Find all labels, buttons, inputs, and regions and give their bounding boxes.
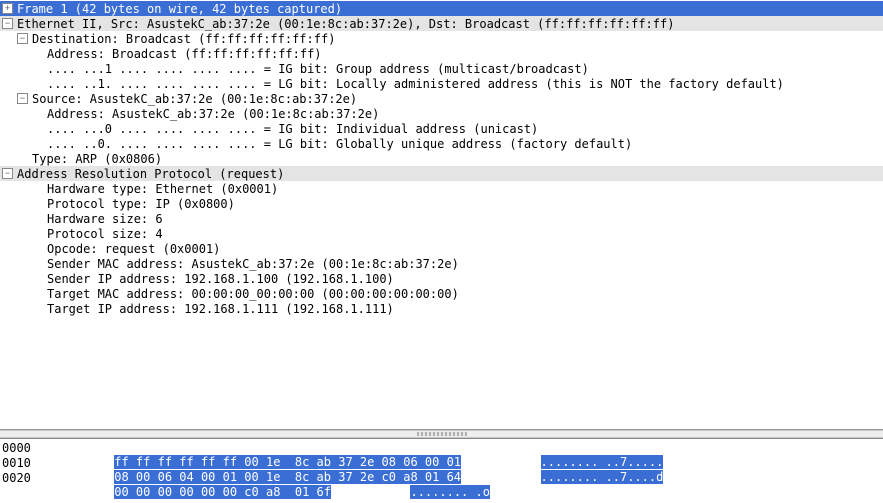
expander-minus-icon[interactable]: − <box>17 33 28 44</box>
tree-label: Hardware type: Ethernet (0x0001) <box>47 182 278 196</box>
expander-minus-icon[interactable]: − <box>17 93 28 104</box>
tree-label: Frame 1 (42 bytes on wire, 42 bytes capt… <box>17 2 342 16</box>
tree-row-arp-protosize[interactable]: − Protocol size: 4 <box>0 226 883 241</box>
tree-row-arp-opcode[interactable]: − Opcode: request (0x0001) <box>0 241 883 256</box>
tree-label: Ethernet II, Src: AsustekC_ab:37:2e (00:… <box>17 17 674 31</box>
tree-label: Sender MAC address: AsustekC_ab:37:2e (0… <box>47 257 459 271</box>
tree-row-frame[interactable]: + Frame 1 (42 bytes on wire, 42 bytes ca… <box>0 1 883 16</box>
expander-plus-icon[interactable]: + <box>2 3 13 14</box>
tree-label: Destination: Broadcast (ff:ff:ff:ff:ff:f… <box>32 32 335 46</box>
tree-row-arp-senderip[interactable]: − Sender IP address: 192.168.1.100 (192.… <box>0 271 883 286</box>
tree-row-eth-dst-address[interactable]: − Address: Broadcast (ff:ff:ff:ff:ff:ff) <box>0 46 883 61</box>
tree-row-arp-targetmac[interactable]: − Target MAC address: 00:00:00_00:00:00 … <box>0 286 883 301</box>
tree-row-eth-dst[interactable]: − Destination: Broadcast (ff:ff:ff:ff:ff… <box>0 31 883 46</box>
hex-offset: 0020 <box>2 471 42 486</box>
tree-label: Sender IP address: 192.168.1.100 (192.16… <box>47 272 394 286</box>
tree-row-arp-targetip[interactable]: − Target IP address: 192.168.1.111 (192.… <box>0 301 883 316</box>
tree-row-arp-prototype[interactable]: − Protocol type: IP (0x0800) <box>0 196 883 211</box>
splitter-handle-icon <box>417 432 467 436</box>
expander-minus-icon[interactable]: − <box>2 18 13 29</box>
tree-label: .... ..0. .... .... .... .... = LG bit: … <box>47 137 632 151</box>
tree-row-arp-hwsize[interactable]: − Hardware size: 6 <box>0 211 883 226</box>
tree-label: .... ...0 .... .... .... .... = IG bit: … <box>47 122 538 136</box>
tree-row-eth-src-lgbit[interactable]: − .... ..0. .... .... .... .... = LG bit… <box>0 136 883 151</box>
expander-minus-icon[interactable]: − <box>2 168 13 179</box>
hex-line[interactable]: 0000 ff ff ff ff ff ff 00 1e 8c ab 37 2e… <box>2 441 883 456</box>
packet-details-tree[interactable]: + Frame 1 (42 bytes on wire, 42 bytes ca… <box>0 0 883 430</box>
tree-label: Protocol type: IP (0x0800) <box>47 197 235 211</box>
tree-label: Source: AsustekC_ab:37:2e (00:1e:8c:ab:3… <box>32 92 357 106</box>
tree-label: Protocol size: 4 <box>47 227 163 241</box>
tree-row-arp-hwtype[interactable]: − Hardware type: Ethernet (0x0001) <box>0 181 883 196</box>
tree-row-eth-src[interactable]: − Source: AsustekC_ab:37:2e (00:1e:8c:ab… <box>0 91 883 106</box>
tree-row-arp[interactable]: − Address Resolution Protocol (request) <box>0 166 883 181</box>
hex-line[interactable]: 0010 08 00 06 04 00 01 00 1e 8c ab 37 2e… <box>2 456 883 471</box>
tree-label: .... ..1. .... .... .... .... = LG bit: … <box>47 77 784 91</box>
tree-row-eth-src-igbit[interactable]: − .... ...0 .... .... .... .... = IG bit… <box>0 121 883 136</box>
tree-row-eth-dst-igbit[interactable]: − .... ...1 .... .... .... .... = IG bit… <box>0 61 883 76</box>
tree-label: Address: AsustekC_ab:37:2e (00:1e:8c:ab:… <box>47 107 379 121</box>
tree-label: Target MAC address: 00:00:00_00:00:00 (0… <box>47 287 459 301</box>
pane-splitter[interactable] <box>0 430 883 438</box>
hex-ascii-selected: ........ ..7....d <box>541 470 664 484</box>
hex-ascii-selected: ........ .o <box>410 485 489 499</box>
tree-label: Address Resolution Protocol (request) <box>17 167 284 181</box>
tree-row-eth-src-address[interactable]: − Address: AsustekC_ab:37:2e (00:1e:8c:a… <box>0 106 883 121</box>
tree-label: Hardware size: 6 <box>47 212 163 226</box>
tree-label: Type: ARP (0x0806) <box>32 152 162 166</box>
packet-bytes-pane[interactable]: 0000 ff ff ff ff ff ff 00 1e 8c ab 37 2e… <box>0 438 883 503</box>
tree-label: Opcode: request (0x0001) <box>47 242 220 256</box>
tree-row-arp-sendermac[interactable]: − Sender MAC address: AsustekC_ab:37:2e … <box>0 256 883 271</box>
tree-row-eth-dst-lgbit[interactable]: − .... ..1. .... .... .... .... = LG bit… <box>0 76 883 91</box>
tree-row-ethernet[interactable]: − Ethernet II, Src: AsustekC_ab:37:2e (0… <box>0 16 883 31</box>
hex-offset: 0010 <box>2 456 42 471</box>
tree-row-eth-type[interactable]: − Type: ARP (0x0806) <box>0 151 883 166</box>
tree-label: Target IP address: 192.168.1.111 (192.16… <box>47 302 394 316</box>
hex-bytes-selected: 00 00 00 00 00 00 c0 a8 01 6f <box>114 485 331 499</box>
tree-label: .... ...1 .... .... .... .... = IG bit: … <box>47 62 589 76</box>
tree-label: Address: Broadcast (ff:ff:ff:ff:ff:ff) <box>47 47 322 61</box>
hex-line[interactable]: 0020 00 00 00 00 00 00 c0 a8 01 6f .....… <box>2 471 883 486</box>
hex-offset: 0000 <box>2 441 42 456</box>
